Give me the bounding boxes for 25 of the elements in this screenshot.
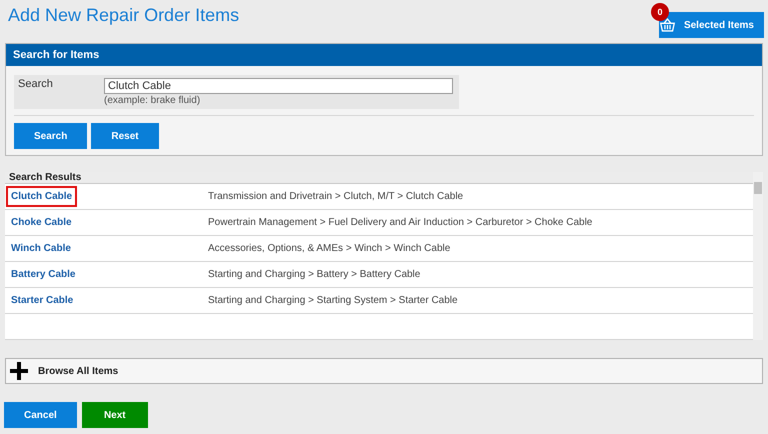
cancel-button[interactable]: Cancel: [4, 402, 77, 428]
category-path: Transmission and Drivetrain > Clutch, M/T > Clutch Cable: [208, 191, 464, 202]
search-hint: (example: brake fluid): [104, 95, 202, 106]
count-badge: 0: [651, 3, 669, 21]
category-path: Powertrain Management > Fuel Delivery and Air Induction > Carburetor > Choke Cable: [208, 217, 592, 228]
category-path: Starting and Charging > Battery > Battery Cable: [208, 269, 420, 280]
scrollbar[interactable]: [753, 172, 763, 340]
item-link[interactable]: Battery Cable: [6, 264, 80, 285]
category-path: Starting and Charging > Starting System > Starter Cable: [208, 295, 458, 306]
next-button[interactable]: Next: [82, 402, 148, 428]
basket-icon: [659, 16, 676, 34]
results-header: Search Results: [5, 172, 753, 184]
item-link[interactable]: Winch Cable: [6, 238, 76, 259]
item-link[interactable]: Choke Cable: [6, 212, 77, 233]
search-label: Search: [18, 77, 54, 92]
category-path: Accessories, Options, & AMEs > Winch > Winch Cable: [208, 243, 450, 254]
search-button[interactable]: Search: [14, 123, 88, 149]
search-field[interactable]: Clutch Cable: [104, 78, 453, 94]
item-link[interactable]: Starter Cable: [6, 290, 78, 311]
reset-button[interactable]: Reset: [91, 123, 159, 149]
browse-all-button[interactable]: Browse All Items: [5, 358, 763, 384]
page-title: Add New Repair Order Items: [8, 5, 240, 26]
item-link[interactable]: Clutch Cable: [6, 186, 78, 207]
panel-header: Search for Items: [6, 44, 762, 66]
plus-icon: [10, 362, 28, 380]
